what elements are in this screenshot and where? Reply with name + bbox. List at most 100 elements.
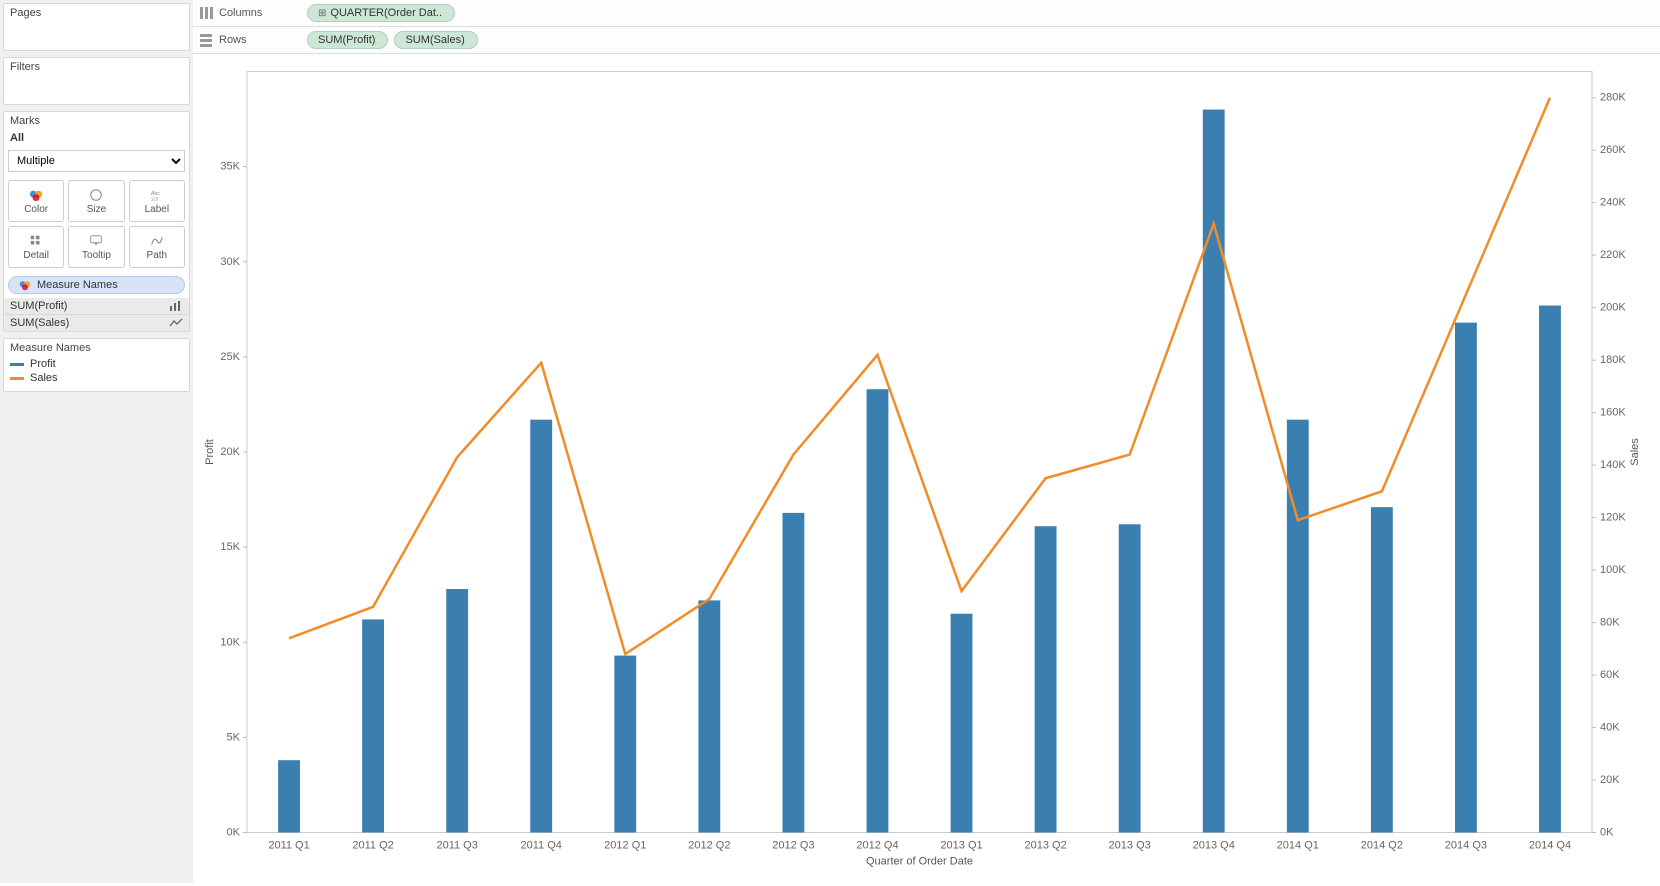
- bar[interactable]: [614, 656, 636, 833]
- svg-text:10K: 10K: [220, 636, 240, 648]
- mark-size-button[interactable]: Size: [68, 180, 124, 222]
- svg-text:2013 Q4: 2013 Q4: [1193, 840, 1235, 852]
- mark-color-button[interactable]: Color: [8, 180, 64, 222]
- rows-icon: [199, 33, 213, 47]
- plus-icon: ⊞: [318, 8, 326, 19]
- svg-text:200K: 200K: [1600, 302, 1626, 314]
- columns-shelf[interactable]: Columns ⊞ QUARTER(Order Dat..: [193, 0, 1660, 27]
- svg-text:Profit: Profit: [204, 439, 216, 465]
- legend-swatch-sales: [10, 377, 24, 380]
- filters-title: Filters: [4, 58, 189, 76]
- mark-tooltip-label: Tooltip: [82, 250, 111, 261]
- svg-text:20K: 20K: [220, 446, 240, 458]
- pill-sum-profit[interactable]: SUM(Profit): [307, 31, 388, 49]
- marks-type-select[interactable]: Multiple: [8, 150, 185, 172]
- pill-quarter-order-date[interactable]: ⊞ QUARTER(Order Dat..: [307, 4, 455, 22]
- svg-text:0K: 0K: [1600, 827, 1614, 839]
- svg-text:40K: 40K: [1600, 722, 1620, 734]
- svg-text:2012 Q4: 2012 Q4: [856, 840, 898, 852]
- svg-text:2011 Q2: 2011 Q2: [352, 840, 393, 852]
- bar[interactable]: [1371, 507, 1393, 832]
- svg-text:2014 Q3: 2014 Q3: [1445, 840, 1487, 852]
- svg-text:2014 Q1: 2014 Q1: [1277, 840, 1319, 852]
- svg-text:2012 Q2: 2012 Q2: [688, 840, 730, 852]
- svg-text:123: 123: [151, 196, 159, 201]
- measure-profit-row[interactable]: SUM(Profit): [4, 298, 189, 314]
- pages-title: Pages: [4, 4, 189, 22]
- legend-title: Measure Names: [4, 339, 189, 357]
- bar[interactable]: [867, 389, 889, 832]
- bar[interactable]: [1287, 420, 1309, 833]
- marks-all[interactable]: All: [4, 130, 189, 146]
- mark-size-label: Size: [87, 204, 106, 215]
- legend-swatch-profit: [10, 363, 24, 366]
- bar[interactable]: [951, 614, 973, 833]
- svg-text:2013 Q3: 2013 Q3: [1109, 840, 1151, 852]
- filters-card: Filters: [3, 57, 190, 105]
- filters-body[interactable]: [4, 76, 189, 104]
- svg-text:240K: 240K: [1600, 197, 1626, 209]
- svg-text:140K: 140K: [1600, 459, 1626, 471]
- pill-sum-sales[interactable]: SUM(Sales): [394, 31, 477, 49]
- measure-names-pill[interactable]: Measure Names: [8, 276, 185, 294]
- measures-list: SUM(Profit) SUM(Sales): [4, 298, 189, 331]
- bar[interactable]: [278, 760, 300, 832]
- legend-sales-label: Sales: [30, 372, 58, 384]
- legend-item-profit[interactable]: Profit: [4, 357, 189, 371]
- svg-text:60K: 60K: [1600, 669, 1620, 681]
- svg-text:2012 Q1: 2012 Q1: [604, 840, 646, 852]
- bar[interactable]: [446, 589, 468, 833]
- svg-text:2011 Q1: 2011 Q1: [268, 840, 309, 852]
- svg-text:20K: 20K: [1600, 774, 1620, 786]
- main: Columns ⊞ QUARTER(Order Dat.. Rows SUM(P…: [193, 0, 1660, 883]
- bar[interactable]: [1035, 526, 1057, 832]
- bar[interactable]: [1203, 110, 1225, 833]
- color-swirl-icon: [28, 188, 44, 202]
- bar[interactable]: [1119, 524, 1141, 832]
- svg-text:80K: 80K: [1600, 617, 1620, 629]
- mark-path-button[interactable]: Path: [129, 226, 185, 268]
- svg-text:Quarter of Order Date: Quarter of Order Date: [866, 856, 973, 868]
- chart-area[interactable]: 0K5K10K15K20K25K30K35K0K20K40K60K80K100K…: [193, 54, 1660, 886]
- svg-text:5K: 5K: [227, 731, 241, 743]
- svg-text:180K: 180K: [1600, 354, 1626, 366]
- size-icon: [88, 188, 104, 202]
- marks-title: Marks: [4, 112, 189, 130]
- measure-names-label: Measure Names: [37, 279, 118, 291]
- bar[interactable]: [782, 513, 804, 833]
- sales-line[interactable]: [289, 98, 1550, 654]
- legend-card: Measure Names Profit Sales: [3, 338, 190, 392]
- svg-text:30K: 30K: [220, 256, 240, 268]
- svg-text:280K: 280K: [1600, 92, 1626, 104]
- mark-tooltip-button[interactable]: Tooltip: [68, 226, 124, 268]
- measure-sales-label: SUM(Sales): [10, 317, 69, 329]
- svg-text:25K: 25K: [220, 351, 240, 363]
- label-icon: Abc123: [149, 188, 165, 202]
- mark-label-label: Label: [145, 204, 169, 215]
- marks-buttons-grid: Color Size Abc123 Label Detail Tooltip: [4, 176, 189, 272]
- svg-text:2013 Q1: 2013 Q1: [940, 840, 982, 852]
- pages-card: Pages: [3, 3, 190, 51]
- svg-text:15K: 15K: [220, 541, 240, 553]
- legend-item-sales[interactable]: Sales: [4, 371, 189, 385]
- bar[interactable]: [1539, 306, 1561, 833]
- marks-card: Marks All Multiple Color Size Abc123 Lab…: [3, 111, 190, 332]
- measure-sales-row[interactable]: SUM(Sales): [4, 314, 189, 331]
- svg-text:2013 Q2: 2013 Q2: [1024, 840, 1066, 852]
- line-chart-icon: [169, 318, 183, 328]
- columns-icon: [199, 6, 213, 20]
- bar[interactable]: [698, 600, 720, 832]
- mark-label-button[interactable]: Abc123 Label: [129, 180, 185, 222]
- svg-text:2014 Q4: 2014 Q4: [1529, 840, 1571, 852]
- bar[interactable]: [362, 619, 384, 832]
- bar-chart-icon: [169, 301, 183, 311]
- sidebar: Pages Filters Marks All Multiple Color S…: [0, 0, 193, 883]
- bar[interactable]: [530, 420, 552, 833]
- mark-detail-button[interactable]: Detail: [8, 226, 64, 268]
- bar[interactable]: [1455, 323, 1477, 833]
- mark-detail-label: Detail: [23, 250, 49, 261]
- legend-profit-label: Profit: [30, 358, 56, 370]
- mark-color-label: Color: [24, 204, 48, 215]
- pages-body[interactable]: [4, 22, 189, 50]
- rows-shelf[interactable]: Rows SUM(Profit) SUM(Sales): [193, 27, 1660, 54]
